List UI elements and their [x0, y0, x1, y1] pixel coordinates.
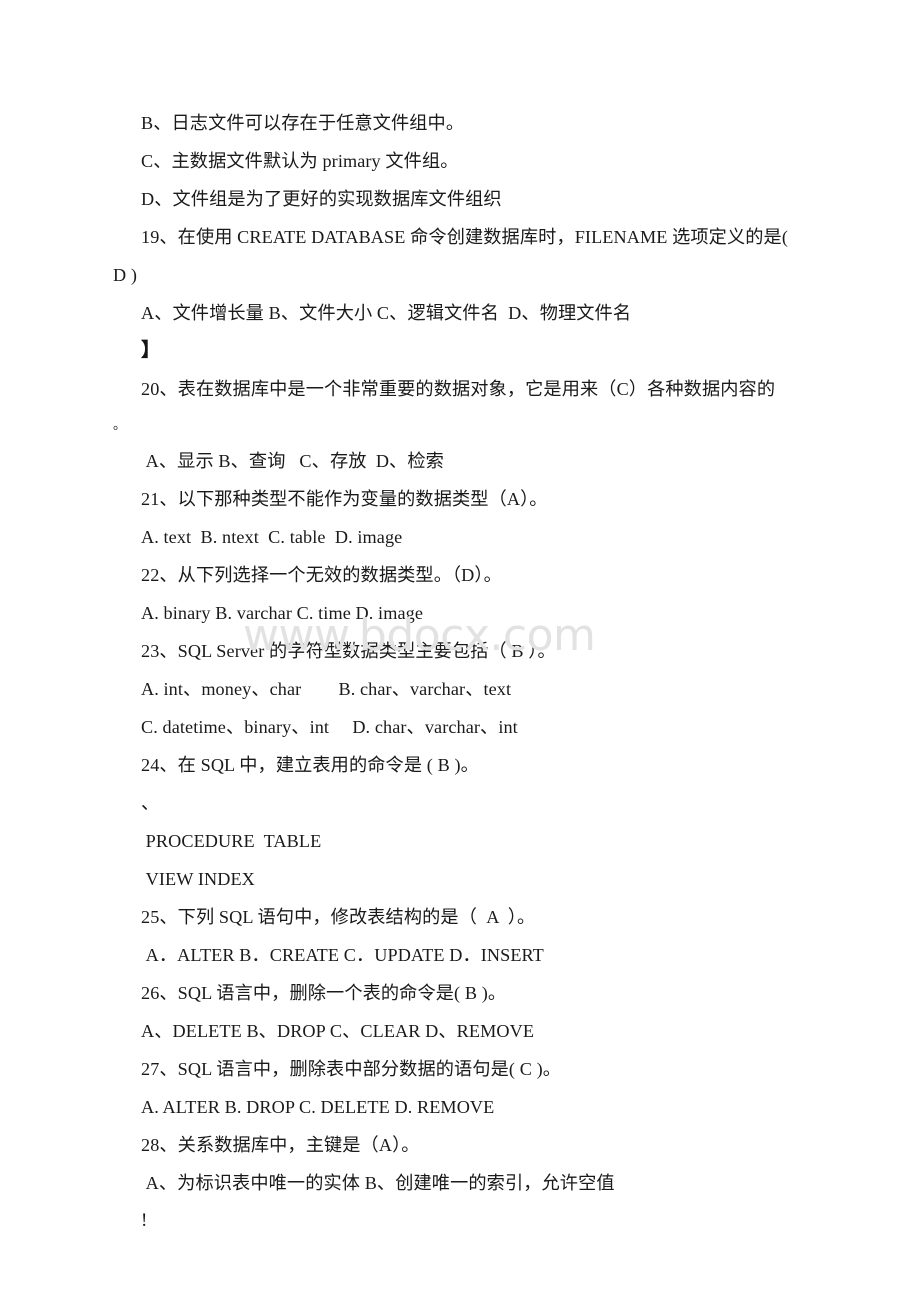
question-27-options: A. ALTER B. DROP C. DELETE D. REMOVE	[141, 1097, 495, 1117]
question-26: 26、SQL 语言中，删除一个表的命令是( B )。	[141, 983, 507, 1003]
question-24: 24、在 SQL 中，建立表用的命令是 ( B )。	[141, 755, 479, 775]
question-25: 25、下列 SQL 语句中，修改表结构的是（ A ）。	[141, 907, 536, 927]
trailing-exclamation: !	[141, 1210, 148, 1231]
question-21: 21、以下那种类型不能作为变量的数据类型（A）。	[141, 489, 548, 509]
text-line: D、文件组是为了更好的实现数据库文件组织	[141, 189, 502, 209]
question-19-continuation: D )	[113, 265, 138, 285]
question-20-continuation: 。	[113, 417, 127, 432]
question-22: 22、从下列选择一个无效的数据类型。（D）。	[141, 565, 502, 585]
document-text-body: B、日志文件可以存在于任意文件组中。 C、主数据文件默认为 primary 文件…	[113, 104, 853, 1240]
question-20: 20、表在数据库中是一个非常重要的数据对象，它是用来（C）各种数据内容的	[141, 379, 776, 399]
question-24-stray-glyph: 、	[141, 793, 160, 813]
document-page: B、日志文件可以存在于任意文件组中。 C、主数据文件默认为 primary 文件…	[0, 0, 920, 1302]
question-20-options: A、显示 B、查询 C、存放 D、检索	[141, 451, 444, 471]
question-23: 23、SQL Server 的字符型数据类型主要包括（ B ）。	[141, 641, 556, 661]
question-23-options-row2: C. datetime、binary、int D. char、varchar、i…	[141, 717, 518, 737]
question-19: 19、在使用 CREATE DATABASE 命令创建数据库时，FILENAME…	[141, 227, 788, 247]
question-21-options: A. text B. ntext C. table D. image	[141, 527, 403, 547]
question-28: 28、关系数据库中，主键是（A）。	[141, 1135, 420, 1155]
text-line: C、主数据文件默认为 primary 文件组。	[141, 151, 459, 171]
question-22-options: A. binary B. varchar C. time D. image	[141, 603, 423, 623]
question-26-options: A、DELETE B、DROP C、CLEAR D、REMOVE	[141, 1021, 535, 1041]
stray-bracket-glyph: 】	[141, 340, 161, 361]
question-27: 27、SQL 语言中，删除表中部分数据的语句是( C )。	[141, 1059, 562, 1079]
question-28-options: A、为标识表中唯一的实体 B、创建唯一的索引，允许空值	[141, 1173, 615, 1193]
question-24-options-row1: PROCEDURE TABLE	[141, 831, 322, 851]
question-23-options-row1: A. int、money、char B. char、varchar、text	[141, 679, 512, 699]
text-line: B、日志文件可以存在于任意文件组中。	[141, 113, 465, 133]
question-25-options: A．ALTER B．CREATE C．UPDATE D．INSERT	[141, 945, 544, 965]
question-24-options-row2: VIEW INDEX	[141, 869, 255, 889]
question-19-options: A、文件增长量 B、文件大小 C、逻辑文件名 D、物理文件名	[141, 303, 632, 323]
